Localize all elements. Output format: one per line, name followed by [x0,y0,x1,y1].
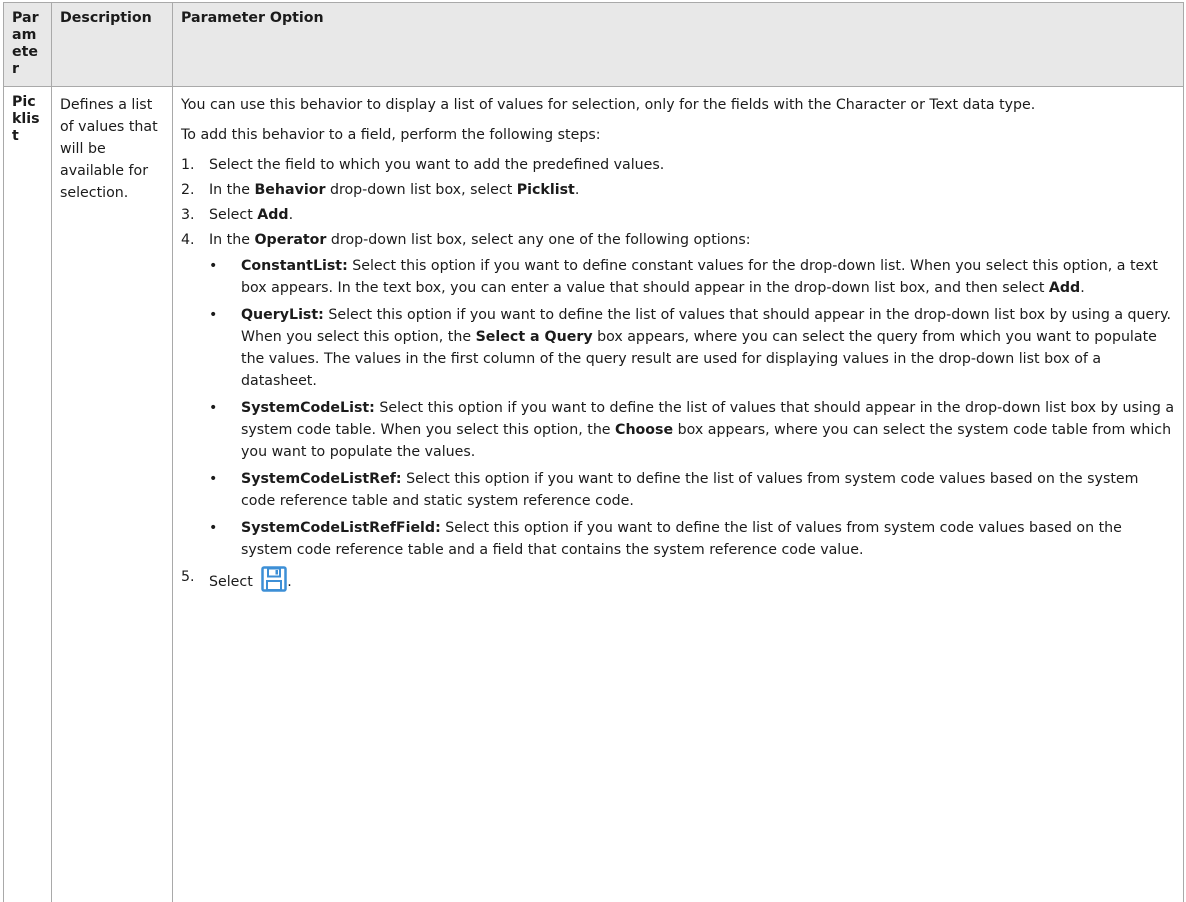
cell-description: Defines a list of values that will be av… [52,87,173,902]
steps-intro: To add this behavior to a field, perform… [181,124,1177,146]
option-name: ConstantList: [241,258,348,274]
bullet: • [209,304,217,326]
step-text: Select the field to which you want to ad… [209,157,664,173]
step-text: Select [209,574,257,590]
step-text: Select [209,207,257,223]
option-text: Select this option if you want to define… [241,258,1158,296]
save-icon [261,566,287,592]
step-text: In the [209,182,254,198]
cell-parameter-option: You can use this behavior to display a l… [173,87,1184,902]
step-number: 4. [181,229,195,251]
option-text: . [1080,280,1085,296]
option-name: SystemCodeListRefField: [241,520,441,536]
step-number: 5. [181,566,195,588]
step-4: 4. In the Operator drop-down list box, s… [181,229,1177,561]
option-name: QueryList: [241,307,324,323]
step-text: . [287,574,292,590]
add-term: Add [257,207,288,223]
behavior-intro: You can use this behavior to display a l… [181,94,1177,116]
step-text: . [289,207,294,223]
option-term: Add [1049,280,1080,296]
step-number: 1. [181,154,195,176]
option-term: Choose [615,422,673,438]
step-text: drop-down list box, select any one of th… [326,232,750,248]
header-parameter: Parameter [4,3,52,87]
operator-options-list: • ConstantList: Select this option if yo… [209,255,1177,561]
step-2: 2. In the Behavior drop-down list box, s… [181,179,1177,201]
bullet: • [209,397,217,419]
bullet: • [209,255,217,277]
step-1: 1. Select the field to which you want to… [181,154,1177,176]
step-3: 3. Select Add. [181,204,1177,226]
step-text: In the [209,232,254,248]
option-constantlist: • ConstantList: Select this option if yo… [209,255,1177,299]
parameter-name: Picklist [12,94,45,145]
behavior-term: Behavior [254,182,325,198]
option-systemcodelistref: • SystemCodeListRef: Select this option … [209,468,1177,512]
table-row: Picklist Defines a list of values that w… [4,87,1184,902]
header-parameter-option: Parameter Option [173,3,1184,87]
bullet: • [209,517,217,539]
bullet: • [209,468,217,490]
step-5: 5. Select . [181,566,1177,593]
step-text: . [575,182,580,198]
parameter-table: Parameter Description Parameter Option P… [3,2,1184,902]
option-querylist: • QueryList: Select this option if you w… [209,304,1177,392]
step-number: 2. [181,179,195,201]
option-name: SystemCodeList: [241,400,375,416]
option-systemcodelist: • SystemCodeList: Select this option if … [209,397,1177,463]
steps-list: 1. Select the field to which you want to… [181,154,1177,593]
step-text: drop-down list box, select [325,182,516,198]
table-header-row: Parameter Description Parameter Option [4,3,1184,87]
header-description: Description [52,3,173,87]
option-term: Select a Query [476,329,593,345]
picklist-term: Picklist [517,182,575,198]
step-number: 3. [181,204,195,226]
cell-parameter: Picklist [4,87,52,902]
operator-term: Operator [254,232,326,248]
option-systemcodelistreffield: • SystemCodeListRefField: Select this op… [209,517,1177,561]
option-name: SystemCodeListRef: [241,471,402,487]
parameter-description: Defines a list of values that will be av… [60,94,166,204]
